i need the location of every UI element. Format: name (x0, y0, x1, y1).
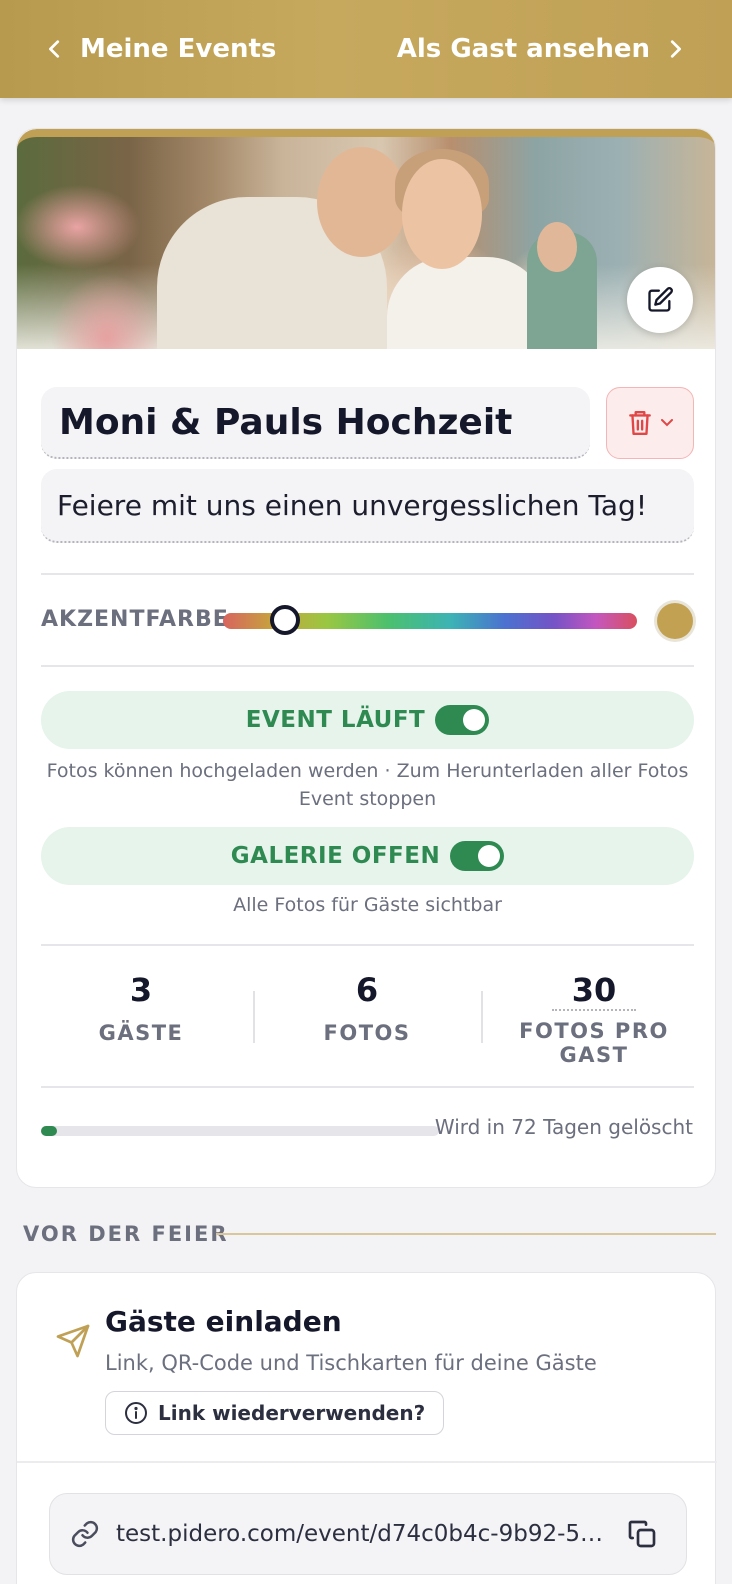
cover-figure (387, 257, 547, 349)
edit-cover-button[interactable] (627, 267, 693, 333)
event-card: Moni & Pauls Hochzeit Feiere mit uns ein… (16, 128, 716, 1188)
guests-label: GÄSTE (98, 1021, 184, 1045)
invite-guests-card: Gäste einladen Link, QR-Code und Tischka… (16, 1272, 717, 1584)
accent-color-label: AKZENTFARBE (41, 607, 229, 632)
event-running-note: Fotos können hochgeladen werden · Zum He… (46, 760, 689, 810)
photos-label: FOTOS (323, 1021, 411, 1045)
divider (41, 1086, 694, 1088)
guests-stat: 3 GÄSTE (61, 971, 221, 1045)
chevron-down-icon (661, 419, 673, 427)
photos-per-guest-label: FOTOS PRO GAST (519, 1019, 669, 1067)
event-subtitle-input[interactable]: Feiere mit uns einen unvergesslichen Tag… (41, 469, 694, 543)
chevron-left-icon (49, 40, 60, 58)
photos-per-guest-stat: 30 FOTOS PRO GAST (494, 971, 694, 1067)
trash-icon (629, 411, 651, 435)
photos-count: 6 (355, 971, 379, 1009)
top-nav-bar: Meine Events Als Gast ansehen (0, 0, 732, 98)
divider (17, 1461, 717, 1463)
info-icon (125, 1402, 147, 1424)
event-title-input[interactable]: Moni & Pauls Hochzeit (41, 387, 590, 459)
event-running-toggle[interactable] (435, 705, 490, 735)
guest-view-label: Als Gast ansehen (396, 34, 650, 64)
link-icon (71, 1520, 99, 1548)
photos-per-guest-input[interactable]: 30 (551, 971, 637, 1011)
photos-stat: 6 FOTOS (287, 971, 447, 1045)
edit-icon (648, 287, 673, 312)
retention-progress-bar (41, 1126, 439, 1136)
chevron-right-icon (670, 40, 681, 58)
cover-figure (537, 222, 577, 272)
back-to-events-link[interactable]: Meine Events (44, 34, 276, 64)
divider (41, 573, 694, 575)
stat-separator (481, 991, 483, 1043)
retention-progress-fill (41, 1126, 57, 1136)
event-stats: 3 GÄSTE 6 FOTOS 30 FOTOS PRO GAST (41, 971, 694, 1067)
retention-text: Wird in 72 Tagen gelöscht (434, 1115, 693, 1139)
delete-menu-button[interactable] (606, 387, 694, 459)
accent-color-swatch[interactable] (657, 603, 693, 639)
guests-count: 3 (129, 971, 153, 1009)
section-divider-line (216, 1233, 716, 1235)
back-label: Meine Events (80, 34, 277, 64)
cover-figure (402, 159, 482, 269)
invite-link-text: test.pidero.com/event/d74c0b4c-9b92-582a… (116, 1521, 616, 1547)
divider (41, 665, 694, 667)
section-heading: VOR DER FEIER (23, 1222, 229, 1246)
accent-slider-thumb[interactable] (270, 605, 301, 635)
reuse-link-button[interactable]: Link wiederverwenden? (105, 1391, 445, 1435)
divider (41, 944, 694, 946)
copy-icon[interactable] (626, 1518, 658, 1550)
cover-photo (17, 129, 715, 349)
cover-figure (317, 147, 407, 257)
gallery-open-note: Alle Fotos für Gäste sichtbar (233, 894, 502, 916)
gallery-open-toggle-row[interactable]: GALERIE OFFEN (41, 827, 694, 885)
invite-subtitle: Link, QR-Code und Tischkarten für deine … (105, 1351, 597, 1375)
reuse-link-label: Link wiederverwenden? (158, 1401, 426, 1425)
view-as-guest-link[interactable]: Als Gast ansehen (397, 34, 686, 64)
invite-link-field[interactable]: test.pidero.com/event/d74c0b4c-9b92-582a… (49, 1493, 687, 1575)
event-running-label: EVENT LÄUFT (245, 707, 426, 733)
gallery-open-toggle[interactable] (450, 841, 505, 871)
send-icon (56, 1324, 90, 1358)
event-running-toggle-row[interactable]: EVENT LÄUFT (41, 691, 694, 749)
gallery-open-label: GALERIE OFFEN (230, 843, 441, 869)
invite-title: Gäste einladen (105, 1305, 342, 1338)
stat-separator (253, 991, 255, 1043)
